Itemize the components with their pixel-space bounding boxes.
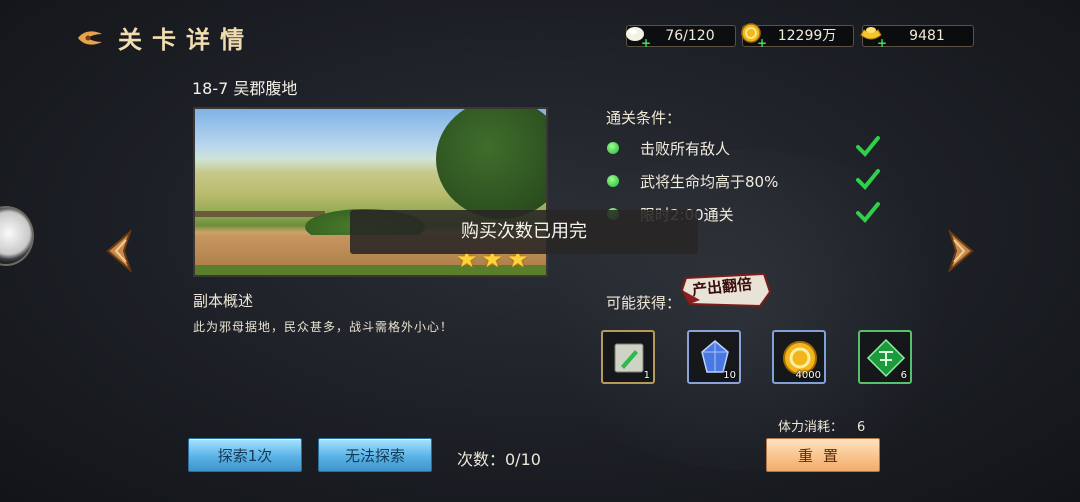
side-menu-handle[interactable] [0,206,34,266]
double-output-text: 产出翻倍 [691,274,753,300]
item-count: 10 [723,370,736,381]
reward-item[interactable]: 1 [601,330,655,384]
resource-gold[interactable]: + 12299万 [741,23,854,49]
explore-once-button[interactable]: 探索1次 [188,438,302,472]
item-count: 4000 [795,370,821,381]
reward-item[interactable]: 10 [687,330,741,384]
double-output-badge: 产出翻倍 [680,270,772,310]
stamina-value: 6 [857,420,866,435]
checkmark-icon [856,136,880,157]
stamina-label: 体力消耗： [778,420,844,435]
tries-counter: 次数：0/10 [457,450,541,469]
scene-tree [436,109,546,219]
rewards-title: 可能获得： [606,294,682,312]
gold-value: 12299万 [777,28,837,44]
background-swirl [520,150,980,470]
stamina-cost: 体力消耗： 6 [778,416,865,435]
conditions-title: 通关条件： [606,109,682,127]
condition-text: 武将生命均高于80% [640,173,779,191]
prev-stage-arrow-icon[interactable] [104,230,134,272]
condition-item: 击败所有敌人 [606,136,886,159]
toast-message: 购买次数已用完 [350,210,698,254]
ingot-value: 9481 [909,28,945,44]
reward-item[interactable]: 4000 [772,330,826,384]
next-stage-arrow-icon[interactable] [946,230,976,272]
resource-ingot[interactable]: + 9481 [860,25,974,49]
condition-text: 击败所有敌人 [640,140,731,158]
checkmark-icon [856,202,880,223]
back-arrow-icon[interactable] [76,28,104,48]
pearl-value: 76/120 [665,28,715,44]
green-dot-icon [607,142,619,154]
checkmark-icon [856,169,880,190]
green-dot-icon [607,175,619,187]
scene-fence [195,211,325,217]
stage-description: 此为邪母据地，民众甚多，战斗需格外小心！ [193,320,454,334]
overview-label: 副本概述 [193,292,254,310]
resource-pearl[interactable]: + 76/120 [626,25,736,49]
page-title: 关卡详情 [118,25,254,54]
stage-name: 18-7 吴郡腹地 [192,79,298,98]
condition-item: 武将生命均高于80% [606,169,886,192]
cannot-explore-button[interactable]: 无法探索 [318,438,432,472]
item-count: 6 [900,370,907,381]
reward-item[interactable]: 6 [858,330,912,384]
reset-button[interactable]: 重置 [766,438,880,472]
item-count: 1 [643,370,650,381]
